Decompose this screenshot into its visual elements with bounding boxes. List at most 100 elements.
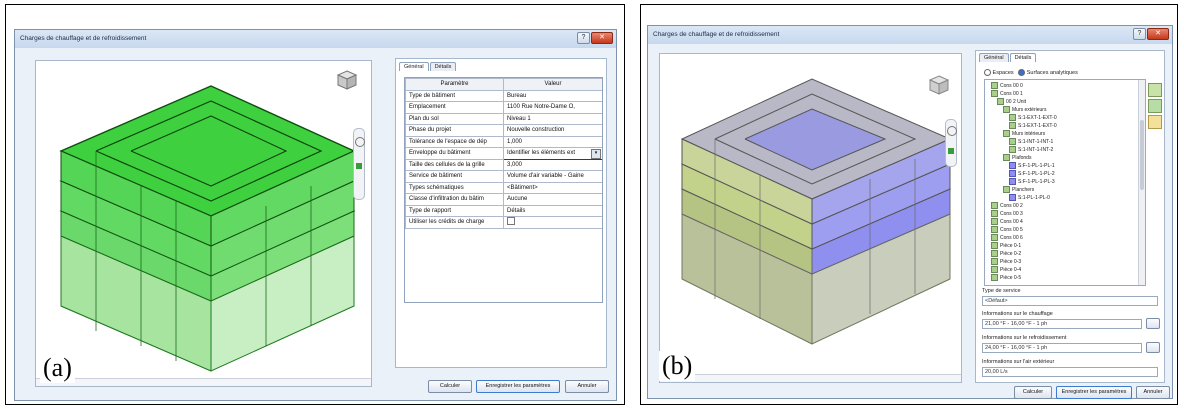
vertical-scrollbar[interactable]	[1138, 80, 1145, 285]
table-row[interactable]: Types schématiques <Bâtiment>	[405, 181, 602, 194]
warning-icon[interactable]	[1148, 115, 1162, 129]
highlight-icon[interactable]	[1148, 83, 1162, 97]
table-row[interactable]: Taille des cellules de la grille 3,000	[405, 158, 602, 171]
table-row[interactable]: Emplacement 1100 Rue Notre-Dame O,	[405, 101, 602, 114]
table-row[interactable]: Utiliser les crédits de charge	[405, 216, 602, 229]
tree-item-label: S:F-1-PL-1-PL-2	[1018, 171, 1055, 177]
tree-item-label: Cons 00 0	[1000, 83, 1023, 89]
surface-icon	[1003, 186, 1010, 194]
tab-general[interactable]: Général	[399, 62, 429, 71]
navigation-bar[interactable]	[353, 128, 365, 200]
tree-item-label: Plafonds	[1012, 155, 1032, 161]
settings-panel: Général Détails Paramètre Valeur Type de…	[395, 58, 607, 368]
calculate-button[interactable]: Calculer	[1014, 386, 1052, 399]
table-row[interactable]: Type de bâtiment Bureau	[405, 89, 602, 102]
tree-item[interactable]: S:F-1-PL-1-PL-1	[991, 162, 1057, 170]
cooling-edit-button[interactable]	[1146, 342, 1160, 353]
table-row[interactable]: Service de bâtiment Volume d'air variable…	[405, 170, 602, 183]
tab-general[interactable]: Général	[979, 53, 1009, 62]
table-row[interactable]: Enveloppe du bâtiment Identifier les élém…	[405, 147, 602, 160]
tree-item[interactable]: Planchers	[991, 186, 1057, 194]
tree-item[interactable]: Cons 00 0	[991, 82, 1057, 90]
tree-item[interactable]: Cons 00 6	[991, 234, 1057, 242]
zoom-icon[interactable]	[356, 163, 362, 169]
tree-item-label: S:1-INT-1-INT-1	[1018, 139, 1054, 145]
tree-item[interactable]: S:1-INT-1-INT-1	[991, 138, 1057, 146]
panel-label: (b)	[659, 351, 696, 381]
close-button[interactable]: ✕	[591, 32, 613, 44]
dialog-window: Charges de chauffage et de refroidisseme…	[14, 29, 617, 401]
cooling-field[interactable]: 24,00 °F - 16,00 °F - 1 ph	[982, 343, 1142, 353]
horizontal-scrollbar[interactable]	[36, 378, 371, 386]
horizontal-scrollbar[interactable]	[660, 374, 961, 382]
steering-wheel-icon[interactable]	[355, 137, 365, 147]
tree-item[interactable]: 00 2 Unit	[991, 98, 1057, 106]
tree-item[interactable]: Murs intérieurs	[991, 130, 1057, 138]
table-row[interactable]: Phase du projet Nouvelle construction	[405, 124, 602, 137]
cancel-button[interactable]: Annuler	[565, 380, 609, 393]
tree-item[interactable]: Plafonds	[991, 154, 1057, 162]
surface-tree[interactable]: Cons 00 0 Cons 00 1 00 2 Unit Murs extérieu…	[984, 79, 1146, 286]
tree-item[interactable]: S:1-PL-1-PL-0	[991, 194, 1057, 202]
tree-item[interactable]: Pièce 0-5	[991, 274, 1057, 282]
steering-wheel-icon[interactable]	[947, 126, 957, 136]
envelope-dropdown[interactable]: Identifier les éléments ext	[507, 150, 575, 156]
surface-icon	[991, 82, 998, 90]
3d-viewport[interactable]	[659, 53, 962, 383]
column-header-param: Paramètre	[405, 78, 504, 91]
viewcube-icon[interactable]	[336, 69, 358, 91]
table-row[interactable]: Type de rapport Détails	[405, 204, 602, 217]
radio-spaces[interactable]	[984, 69, 991, 76]
tree-item[interactable]: S:F-1-PL-1-PL-3	[991, 178, 1057, 186]
surface-icon	[1009, 138, 1016, 146]
save-settings-button[interactable]: Enregistrer les paramètres	[1056, 386, 1132, 399]
navigation-bar[interactable]	[945, 119, 957, 167]
3d-viewport[interactable]	[35, 60, 372, 387]
tree-item[interactable]: Pièce 0-1	[991, 242, 1057, 250]
tree-item[interactable]: Cons 00 1	[991, 90, 1057, 98]
close-button[interactable]: ✕	[1147, 28, 1169, 40]
viewcube-icon[interactable]	[928, 74, 950, 96]
table-row[interactable]: Plan du sol Niveau 1	[405, 112, 602, 125]
isolate-icon[interactable]	[1148, 99, 1162, 113]
tree-item[interactable]: Pièce 0-3	[991, 258, 1057, 266]
tree-item-label: Pièce 0-5	[1000, 275, 1022, 281]
help-button[interactable]: ?	[1133, 28, 1146, 40]
table-row[interactable]: Classe d'infiltration du bâtim Aucune	[405, 193, 602, 206]
tree-item[interactable]: Cons 00 3	[991, 210, 1057, 218]
tree-item[interactable]: S:1-INT-1-INT-2	[991, 146, 1057, 154]
tree-item[interactable]: Cons 00 5	[991, 226, 1057, 234]
chevron-down-icon[interactable]: ▾	[591, 149, 601, 159]
tree-item-label: Pièce 0-2	[1000, 251, 1022, 257]
tree-item[interactable]: S:1-EXT-1-EXT-0	[991, 122, 1057, 130]
help-button[interactable]: ?	[577, 32, 590, 44]
tree-item[interactable]: Pièce 0-4	[991, 266, 1057, 274]
scroll-thumb[interactable]	[1140, 120, 1144, 190]
tree-item[interactable]: Cons 00 4	[991, 218, 1057, 226]
heating-field[interactable]: 21,00 °F - 16,00 °F - 1 ph	[982, 319, 1142, 329]
tree-item-label: Pièce 0-4	[1000, 267, 1022, 273]
tab-details[interactable]: Détails	[1009, 53, 1037, 62]
zoom-icon[interactable]	[948, 148, 954, 154]
tree-item[interactable]: Cons 00 2	[991, 202, 1057, 210]
building-model	[680, 78, 952, 345]
tree-item[interactable]: Murs extérieurs	[991, 106, 1057, 114]
surface-icon	[1003, 106, 1010, 114]
table-row[interactable]: Tolérance de l'espace de dép 1,000	[405, 135, 602, 148]
tree-item[interactable]: Pièce 0-2	[991, 250, 1057, 258]
radio-surfaces-label: Surfaces analytiques	[1026, 69, 1078, 76]
surface-icon	[1009, 170, 1016, 178]
service-type-select[interactable]: <Défaut>	[982, 296, 1158, 306]
radio-surfaces[interactable]	[1018, 69, 1026, 76]
window-title: Charges de chauffage et de refroidisseme…	[648, 26, 1172, 44]
heating-edit-button[interactable]	[1146, 318, 1160, 329]
tree-item[interactable]: S:F-1-PL-1-PL-2	[991, 170, 1057, 178]
airflow-field[interactable]: 20,00 L/s	[982, 367, 1158, 377]
cancel-button[interactable]: Annuler	[1136, 386, 1170, 399]
load-credits-checkbox[interactable]	[507, 217, 515, 226]
calculate-button[interactable]: Calculer	[428, 380, 472, 393]
tree-item[interactable]: S:1-EXT-1-EXT-0	[991, 114, 1057, 122]
surface-icon	[991, 242, 998, 250]
tab-details[interactable]: Détails	[429, 62, 457, 71]
save-settings-button[interactable]: Enregistrer les paramètres	[476, 380, 560, 393]
